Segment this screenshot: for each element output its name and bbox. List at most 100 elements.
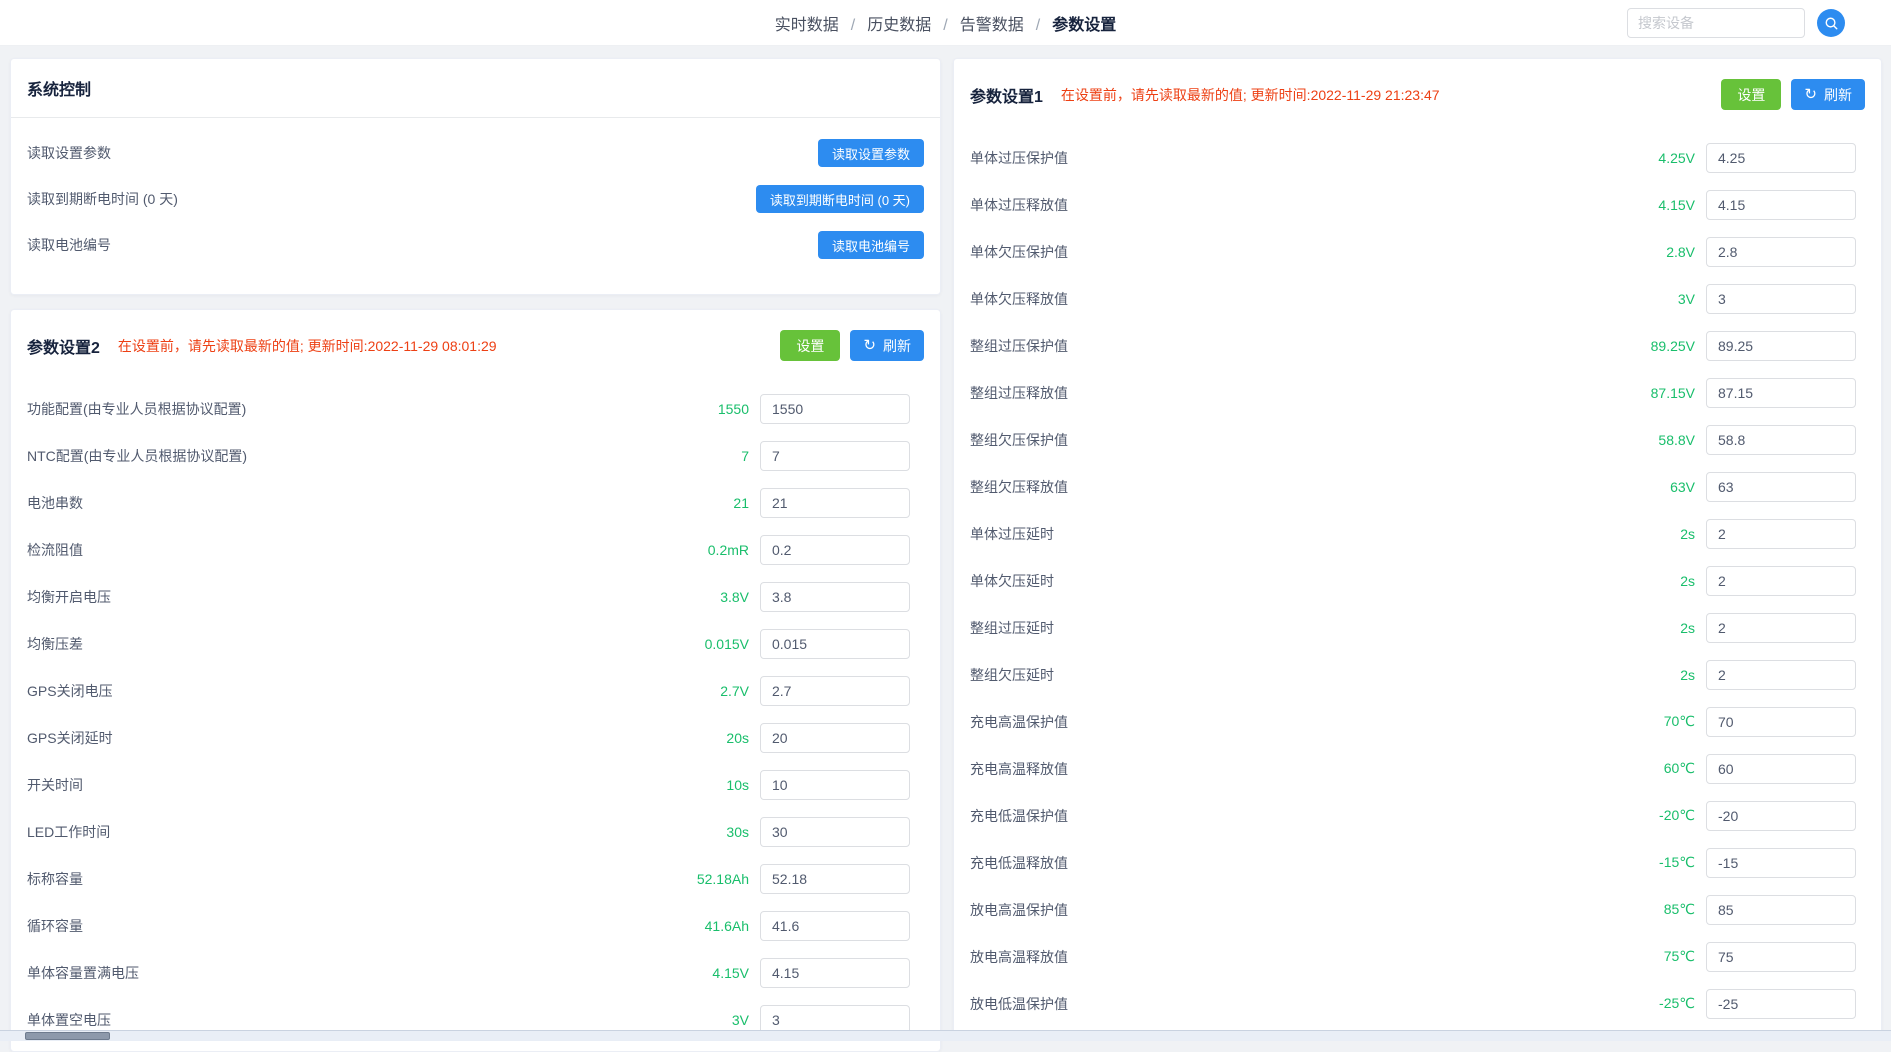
param-input[interactable] [760, 629, 910, 659]
param-label: 单体欠压释放值 [970, 289, 1678, 309]
param-input[interactable] [760, 676, 910, 706]
refresh-button-label: 刷新 [883, 336, 911, 356]
param-input[interactable] [760, 958, 910, 988]
param-input[interactable] [1706, 190, 1856, 220]
param-input[interactable] [760, 394, 910, 424]
scrollbar-thumb[interactable] [25, 1032, 110, 1040]
set-button[interactable]: 设置 [780, 330, 840, 361]
param-current-value: 20s [726, 730, 749, 746]
read-action-button[interactable]: 读取设置参数 [818, 139, 924, 167]
param-input[interactable] [760, 488, 910, 518]
row-label: 读取设置参数 [27, 143, 111, 163]
param-label: 整组过压延时 [970, 618, 1680, 638]
param-row: 电池串数 21 [27, 479, 910, 526]
param-row: 检流阻值 0.2mR [27, 526, 910, 573]
param-input[interactable] [1706, 143, 1856, 173]
refresh-icon: ↻ [863, 338, 876, 353]
param-current-value: 58.8V [1658, 432, 1695, 448]
param-input[interactable] [760, 911, 910, 941]
param-input[interactable] [1706, 472, 1856, 502]
param-input[interactable] [760, 864, 910, 894]
param-label: 整组过压保护值 [970, 336, 1651, 356]
search-input[interactable] [1627, 8, 1805, 38]
param-input[interactable] [1706, 895, 1856, 925]
nav-tab[interactable]: 实时数据 [775, 11, 867, 35]
param-row: 整组过压释放值 87.15V [970, 369, 1856, 416]
param-current-value: 87.15V [1651, 385, 1695, 401]
param-input[interactable] [760, 817, 910, 847]
nav-tab[interactable]: 历史数据 [867, 11, 959, 35]
param-set-1-card: 参数设置1 在设置前，请先读取最新的值; 更新时间:2022-11-29 21:… [953, 58, 1882, 1036]
param-current-value: 0.015V [705, 636, 749, 652]
param-current-value: 10s [726, 777, 749, 793]
param-input[interactable] [760, 723, 910, 753]
param-input[interactable] [1706, 660, 1856, 690]
param-input[interactable] [1706, 566, 1856, 596]
param-label: GPS关闭延时 [27, 728, 726, 748]
param-set-1-actions: 设置 ↻ 刷新 [1721, 79, 1865, 110]
param-input[interactable] [1706, 801, 1856, 831]
param-row: 整组过压延时 2s [970, 604, 1856, 651]
set-button[interactable]: 设置 [1721, 79, 1781, 110]
param-input[interactable] [760, 535, 910, 565]
search-button[interactable] [1817, 9, 1845, 37]
param-set-1-header: 参数设置1 在设置前，请先读取最新的值; 更新时间:2022-11-29 21:… [954, 59, 1881, 110]
system-control-card: 系统控制 读取设置参数 读取设置参数 读取到期断电时间 (0 天) 读取到期断电… [10, 58, 941, 295]
param-current-value: 0.2mR [708, 542, 749, 558]
param-label: 充电高温保护值 [970, 712, 1664, 732]
param-input[interactable] [1706, 707, 1856, 737]
param-current-value: 89.25V [1651, 338, 1695, 354]
param-input[interactable] [1706, 754, 1856, 784]
param-label: 放电低温保护值 [970, 994, 1659, 1014]
nav-tab[interactable]: 参数设置 [1052, 11, 1116, 35]
param-input[interactable] [1706, 331, 1856, 361]
param-input[interactable] [1706, 378, 1856, 408]
param-row: 整组欠压延时 2s [970, 651, 1856, 698]
param-set-1-rows: 单体过压保护值 4.25V 单体过压释放值 4.15V 单体欠压保护值 2.8V [954, 110, 1881, 1035]
param-row: NTC配置(由专业人员根据协议配置) 7 [27, 432, 910, 479]
param-label: 开关时间 [27, 775, 726, 795]
param-label: 单体欠压保护值 [970, 242, 1666, 262]
param-row: LED工作时间 30s [27, 808, 910, 855]
param-label: LED工作时间 [27, 822, 726, 842]
refresh-icon: ↻ [1804, 87, 1817, 102]
refresh-button-label: 刷新 [1824, 85, 1852, 105]
param-input[interactable] [1706, 989, 1856, 1019]
param-input[interactable] [1706, 284, 1856, 314]
param-input[interactable] [1706, 237, 1856, 267]
nav-tab[interactable]: 告警数据 [960, 11, 1052, 35]
param-current-value: -20℃ [1659, 807, 1695, 824]
param-label: 充电低温保护值 [970, 806, 1659, 826]
system-control-rows: 读取设置参数 读取设置参数 读取到期断电时间 (0 天) 读取到期断电时间 (0… [11, 118, 940, 294]
param-input[interactable] [760, 770, 910, 800]
param-input[interactable] [1706, 425, 1856, 455]
param-current-value: 4.15V [1658, 197, 1695, 213]
param-input[interactable] [1706, 848, 1856, 878]
param-label: 充电低温释放值 [970, 853, 1659, 873]
param-input[interactable] [760, 582, 910, 612]
param-input[interactable] [1706, 942, 1856, 972]
param-row: 放电低温保护值 -25℃ [970, 980, 1856, 1027]
read-action-button[interactable]: 读取电池编号 [818, 231, 924, 259]
param-row: 充电高温保护值 70℃ [970, 698, 1856, 745]
horizontal-scrollbar[interactable] [0, 1030, 1891, 1041]
param-current-value: -25℃ [1659, 995, 1695, 1012]
param-label: 单体置空电压 [27, 1010, 732, 1030]
param-current-value: 3V [1678, 291, 1695, 307]
param-row: 功能配置(由专业人员根据协议配置) 1550 [27, 385, 910, 432]
refresh-button[interactable]: ↻ 刷新 [1791, 79, 1865, 110]
param-input[interactable] [1706, 519, 1856, 549]
param-input[interactable] [760, 441, 910, 471]
param-label: 均衡压差 [27, 634, 705, 654]
read-action-button[interactable]: 读取到期断电时间 (0 天) [756, 185, 924, 213]
system-control-row: 读取到期断电时间 (0 天) 读取到期断电时间 (0 天) [27, 176, 924, 222]
device-search [1627, 8, 1845, 38]
param-current-value: 70℃ [1664, 713, 1695, 730]
refresh-button[interactable]: ↻ 刷新 [850, 330, 924, 361]
param-set-2-header: 参数设置2 在设置前，请先读取最新的值; 更新时间:2022-11-29 08:… [11, 310, 940, 361]
system-control-header: 系统控制 [11, 59, 940, 118]
param-label: NTC配置(由专业人员根据协议配置) [27, 446, 741, 466]
param-label: 单体容量置满电压 [27, 963, 712, 983]
param-input[interactable] [1706, 613, 1856, 643]
param-row: 整组欠压释放值 63V [970, 463, 1856, 510]
